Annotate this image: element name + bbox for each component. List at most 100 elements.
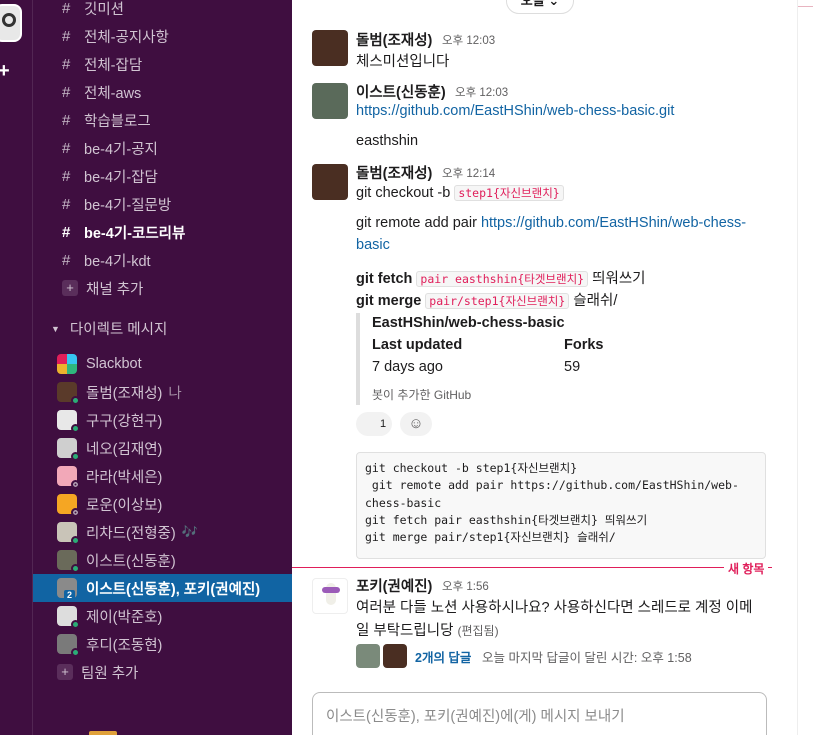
- sidebar-channel[interactable]: # 깃미션: [33, 0, 293, 22]
- workspace-icon[interactable]: [0, 4, 22, 42]
- dm-item-slackbot[interactable]: Slackbot: [33, 350, 293, 378]
- channel-hash-icon: #: [62, 0, 71, 17]
- message-line: git checkout -b step1{자신브랜치}: [356, 185, 564, 201]
- add-workspace-button[interactable]: +: [0, 60, 10, 83]
- message-sender[interactable]: 이스트(신동훈): [356, 81, 446, 102]
- message-composer[interactable]: 이스트(신동훈), 포키(권예진)에(게) 메시지 보내기: [312, 692, 767, 735]
- channel-hash-icon: #: [62, 139, 71, 157]
- text: git checkout -b: [356, 185, 455, 201]
- dm-label: Slackbot: [86, 356, 142, 372]
- new-messages-divider: [292, 567, 772, 568]
- dm-item-self[interactable]: 돌범(조재성) 나: [33, 378, 293, 406]
- dm-label: 제이(박준호): [86, 609, 163, 626]
- sidebar-channel[interactable]: # be-4기-공지: [33, 134, 293, 162]
- sidebar-channel[interactable]: # be-4기-kdt: [33, 246, 293, 274]
- dm-item[interactable]: 이스트(신동훈): [33, 546, 293, 574]
- unfurl-footer: 봇이 추가한 GitHub: [372, 388, 472, 402]
- music-note-icon: 🎶: [181, 524, 198, 539]
- message-line: git fetch pair easthshin{타겟브랜치} 띄워쓰기: [356, 267, 646, 288]
- member-count-badge: 2: [64, 590, 75, 601]
- bold-text: git fetch: [356, 271, 413, 287]
- dm-item[interactable]: 후디(조동현): [33, 630, 293, 658]
- unfurl-title[interactable]: EastHShin/web-chess-basic: [372, 315, 565, 331]
- message-link[interactable]: basic: [356, 237, 390, 253]
- scrollbar[interactable]: [797, 0, 813, 735]
- dm-item[interactable]: 리차드(전형중) 🎶: [33, 518, 293, 546]
- thread-last-reply: 오늘 마지막 답글이 달린 시간: 오후 1:58: [482, 651, 692, 665]
- unfurl-field-value: 59: [564, 359, 581, 375]
- sidebar-bottom-item: [89, 731, 117, 735]
- dm-label: 라라(박세은): [86, 469, 163, 486]
- reaction-pill[interactable]: 1: [356, 412, 392, 436]
- add-reaction-icon[interactable]: ☺: [400, 412, 432, 436]
- sidebar-channel[interactable]: # 전체-잡담: [33, 50, 293, 78]
- avatar[interactable]: [312, 30, 348, 66]
- channel-label: be-4기-공지: [84, 141, 158, 158]
- date-divider-button[interactable]: 오늘 ⌄: [506, 0, 574, 14]
- text: 슬래쉬/: [569, 293, 618, 309]
- inline-code: step1{자신브랜치}: [454, 185, 564, 201]
- sidebar-channel[interactable]: # be-4기-잡담: [33, 162, 293, 190]
- dm-label: 이스트(신동훈), 포키(권예진): [86, 581, 261, 598]
- code-block: git checkout -b step1{자신브랜치} git remote …: [356, 452, 766, 559]
- message-link[interactable]: https://github.com/EastHShin/web-chess-b…: [356, 103, 674, 119]
- message-timestamp[interactable]: 오후 12:14: [442, 165, 495, 181]
- inline-code: pair/step1{자신브랜치}: [425, 293, 570, 309]
- message-timestamp[interactable]: 오후 12:03: [442, 32, 495, 48]
- message-pane: 오늘 ⌄ 돌범(조재성) 오후 12:03 체스미션입니다 이스트(신동훈) 오…: [292, 0, 813, 735]
- message-text: 체스미션입니다: [356, 54, 450, 70]
- channel-hash-icon: #: [62, 195, 71, 213]
- channel-label: be-4기-질문방: [84, 197, 172, 214]
- channel-hash-icon: #: [62, 167, 71, 185]
- channel-hash-icon: #: [62, 83, 71, 101]
- message-line: git remote add pair https://github.com/E…: [356, 215, 746, 231]
- avatar[interactable]: [312, 578, 348, 614]
- sidebar-channel[interactable]: # 전체-공지사항: [33, 22, 293, 50]
- workspace-rail: +: [0, 0, 32, 735]
- message-sender[interactable]: 포키(권예진): [356, 575, 432, 596]
- channel-hash-icon: #: [62, 27, 71, 45]
- message-timestamp[interactable]: 오후 1:56: [442, 578, 489, 594]
- dm-label: 이스트(신동훈): [86, 553, 176, 570]
- avatar[interactable]: [312, 164, 348, 200]
- channel-label: be-4기-잡담: [84, 169, 158, 186]
- message-text: easthshin: [356, 133, 419, 149]
- dm-item[interactable]: 라라(박세은): [33, 462, 293, 490]
- avatar: [57, 634, 80, 657]
- dm-item[interactable]: 제이(박준호): [33, 602, 293, 630]
- thread-replies-link[interactable]: 2개의 답글: [415, 647, 471, 666]
- message-sender[interactable]: 돌범(조재성): [356, 29, 432, 50]
- dm-label: 로운(이상보): [86, 497, 163, 514]
- sidebar-channel[interactable]: # be-4기-질문방: [33, 190, 293, 218]
- sidebar: # 깃미션 # 전체-공지사항 # 전체-잡담 # 전체-aws # 학습블로그 # be-…: [32, 0, 293, 735]
- avatar[interactable]: [312, 83, 348, 119]
- dm-item-group-active[interactable]: 2 이스트(신동훈), 포키(권예진): [33, 574, 293, 602]
- add-member-button[interactable]: + 팀원 추가: [33, 658, 293, 686]
- add-channel-button[interactable]: + 채널 추가: [33, 274, 293, 302]
- sidebar-channel[interactable]: # 학습블로그: [33, 106, 293, 134]
- avatar: [57, 494, 80, 517]
- unfurl-field-label: Last updated: [372, 337, 463, 353]
- dm-item[interactable]: 구구(강현구): [33, 406, 293, 434]
- inline-code: pair easthshin{타겟브랜치}: [416, 271, 589, 287]
- message-sender[interactable]: 돌범(조재성): [356, 162, 432, 183]
- dm-label: 구구(강현구): [86, 413, 163, 430]
- avatar: [57, 466, 80, 489]
- sidebar-channel-unread[interactable]: # be-4기-코드리뷰: [33, 218, 293, 246]
- add-channel-label: 채널 추가: [86, 281, 144, 298]
- dm-section-header[interactable]: ▼ 다이렉트 메시지: [51, 318, 167, 339]
- avatar: [57, 550, 80, 573]
- channel-hash-icon: #: [62, 251, 71, 269]
- channel-label: 전체-공지사항: [84, 29, 169, 46]
- dm-item[interactable]: 로운(이상보): [33, 490, 293, 518]
- sidebar-channel[interactable]: # 전체-aws: [33, 78, 293, 106]
- group-avatar: 2: [57, 578, 77, 601]
- plus-icon: +: [57, 664, 73, 680]
- dm-label: 후디(조동현): [86, 637, 163, 654]
- edited-label: (편집됨): [457, 624, 499, 638]
- dm-header-label: 다이렉트 메시지: [69, 322, 168, 338]
- dm-label: 네오(김재연): [86, 441, 163, 458]
- message-timestamp[interactable]: 오후 12:03: [455, 84, 508, 100]
- dm-item[interactable]: 네오(김재연): [33, 434, 293, 462]
- message-link[interactable]: https://github.com/EastHShin/web-chess-: [481, 215, 746, 231]
